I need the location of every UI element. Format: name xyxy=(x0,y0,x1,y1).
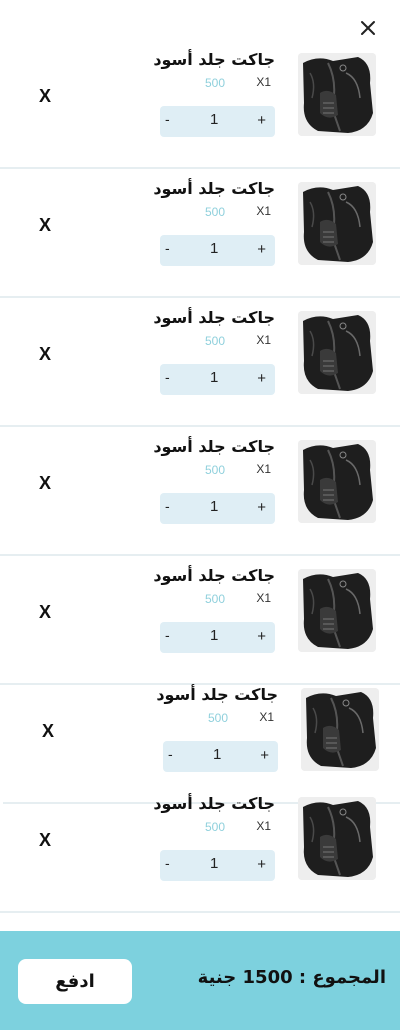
decrease-button[interactable]: - xyxy=(165,855,170,871)
quantity-value: 1 xyxy=(210,627,219,644)
increase-button[interactable]: + xyxy=(257,241,266,258)
product-name: جاكت جلد أسود xyxy=(153,437,275,456)
remove-item-button[interactable]: X xyxy=(39,344,51,365)
cart-item: جاكت جلد أسود X1 500 + 1 - X xyxy=(0,298,400,427)
cart-item: جاكت جلد أسود X1 500 + 1 - X xyxy=(0,556,400,685)
quantity-label: X1 xyxy=(259,710,274,724)
product-image xyxy=(298,182,376,265)
quantity-stepper: + 1 - xyxy=(160,106,275,137)
product-image xyxy=(298,311,376,394)
remove-item-button[interactable]: X xyxy=(39,830,51,851)
decrease-button[interactable]: - xyxy=(168,746,173,762)
cart-item: جاكت جلد أسود X1 500 + 1 - X xyxy=(0,427,400,556)
quantity-label: X1 xyxy=(256,333,271,347)
increase-button[interactable]: + xyxy=(257,370,266,387)
product-name: جاكت جلد أسود xyxy=(156,685,278,704)
quantity-label: X1 xyxy=(256,462,271,476)
quantity-stepper: + 1 - xyxy=(160,493,275,524)
decrease-button[interactable]: - xyxy=(165,627,170,643)
product-image xyxy=(298,440,376,523)
product-name: جاكت جلد أسود xyxy=(153,50,275,69)
close-button[interactable] xyxy=(356,16,380,40)
pay-button[interactable]: ادفع xyxy=(18,959,132,1004)
jacket-image xyxy=(298,440,376,523)
quantity-value: 1 xyxy=(213,746,222,763)
remove-item-button[interactable]: X xyxy=(39,215,51,236)
cart-item: جاكت جلد أسود X1 500 + 1 - X xyxy=(0,40,400,169)
total-amount: المجموع : 1500 جنية xyxy=(197,967,386,988)
product-price: 500 xyxy=(204,820,225,834)
quantity-label: X1 xyxy=(256,819,271,833)
close-icon xyxy=(361,21,375,35)
jacket-image xyxy=(301,688,379,771)
remove-item-button[interactable]: X xyxy=(39,473,51,494)
product-name: جاكت جلد أسود xyxy=(153,179,275,198)
quantity-value: 1 xyxy=(210,240,219,257)
product-price: 500 xyxy=(204,463,225,477)
remove-item-button[interactable]: X xyxy=(42,721,54,742)
jacket-image xyxy=(298,797,376,880)
increase-button[interactable]: + xyxy=(257,856,266,873)
quantity-stepper: + 1 - xyxy=(160,850,275,881)
jacket-image xyxy=(298,182,376,265)
product-name: جاكت جلد أسود xyxy=(153,308,275,327)
remove-item-button[interactable]: X xyxy=(39,86,51,107)
increase-button[interactable]: + xyxy=(257,112,266,129)
remove-item-button[interactable]: X xyxy=(39,602,51,623)
quantity-stepper: + 1 - xyxy=(160,235,275,266)
quantity-stepper: + 1 - xyxy=(163,741,278,772)
quantity-value: 1 xyxy=(210,498,219,515)
product-price: 500 xyxy=(204,76,225,90)
cart-item: جاكت جلد أسود X1 500 + 1 - X xyxy=(0,784,400,913)
checkout-footer: ادفع المجموع : 1500 جنية xyxy=(0,931,400,1030)
decrease-button[interactable]: - xyxy=(165,240,170,256)
decrease-button[interactable]: - xyxy=(165,369,170,385)
product-image xyxy=(298,797,376,880)
product-price: 500 xyxy=(207,711,228,725)
jacket-image xyxy=(298,311,376,394)
quantity-label: X1 xyxy=(256,591,271,605)
quantity-value: 1 xyxy=(210,855,219,872)
product-price: 500 xyxy=(204,334,225,348)
cart-item: جاكت جلد أسود X1 500 + 1 - X xyxy=(0,169,400,298)
product-price: 500 xyxy=(204,592,225,606)
quantity-stepper: + 1 - xyxy=(160,364,275,395)
quantity-value: 1 xyxy=(210,111,219,128)
item-divider xyxy=(0,911,400,913)
quantity-stepper: + 1 - xyxy=(160,622,275,653)
decrease-button[interactable]: - xyxy=(165,111,170,127)
product-name: جاكت جلد أسود xyxy=(153,794,275,813)
increase-button[interactable]: + xyxy=(257,628,266,645)
quantity-label: X1 xyxy=(256,75,271,89)
quantity-value: 1 xyxy=(210,369,219,386)
product-image xyxy=(298,569,376,652)
jacket-image xyxy=(298,53,376,136)
increase-button[interactable]: + xyxy=(260,747,269,764)
quantity-label: X1 xyxy=(256,204,271,218)
jacket-image xyxy=(298,569,376,652)
product-image xyxy=(298,53,376,136)
product-image xyxy=(301,688,379,771)
decrease-button[interactable]: - xyxy=(165,498,170,514)
increase-button[interactable]: + xyxy=(257,499,266,516)
product-price: 500 xyxy=(204,205,225,219)
product-name: جاكت جلد أسود xyxy=(153,566,275,585)
